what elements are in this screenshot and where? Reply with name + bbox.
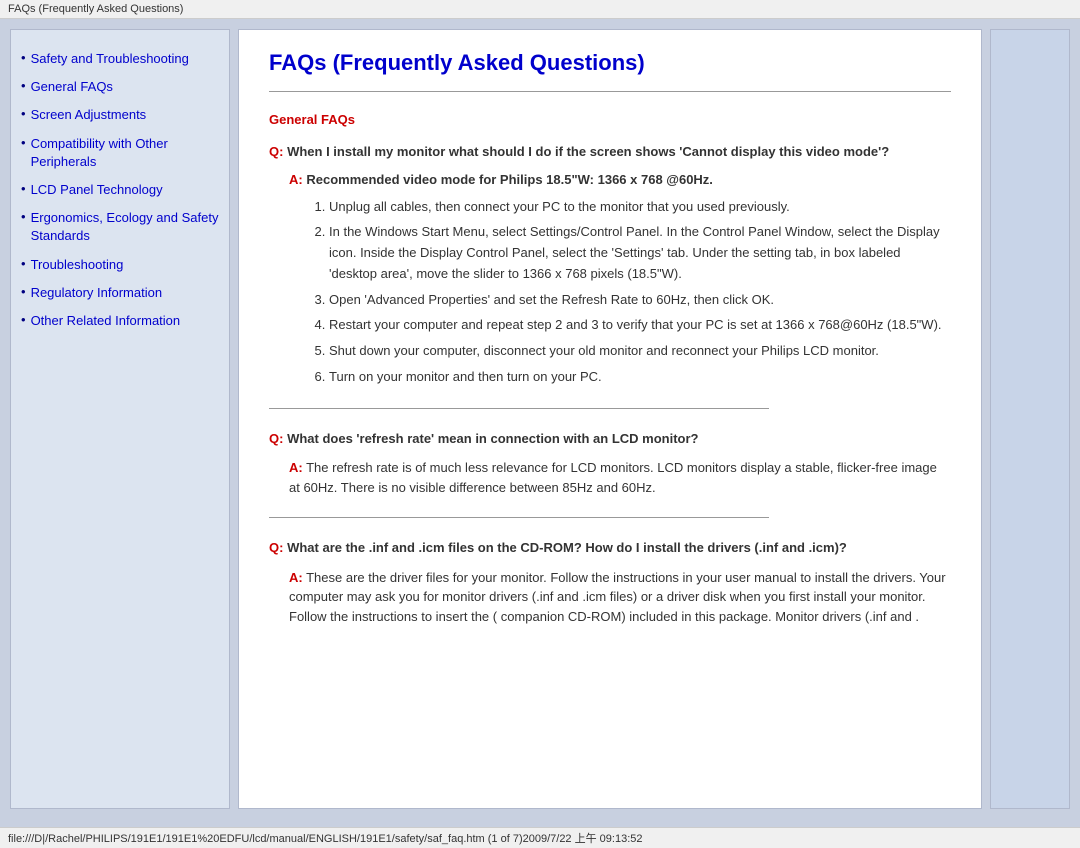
answer-3: A: These are the driver files for your m… bbox=[289, 568, 951, 627]
sidebar-link-safety[interactable]: Safety and Troubleshooting bbox=[31, 50, 189, 68]
question-1: Q: When I install my monitor what should… bbox=[269, 142, 951, 162]
sidebar-item-general-faqs[interactable]: General FAQs bbox=[21, 78, 219, 96]
step-5: Shut down your computer, disconnect your… bbox=[329, 341, 951, 362]
status-bar: file:///D|/Rachel/PHILIPS/191E1/191E1%20… bbox=[0, 827, 1080, 848]
title-bar: FAQs (Frequently Asked Questions) bbox=[0, 0, 1080, 19]
sidebar-link-compatibility[interactable]: Compatibility with Other Peripherals bbox=[31, 135, 219, 171]
sidebar-link-general-faqs[interactable]: General FAQs bbox=[31, 78, 113, 96]
section-title: General FAQs bbox=[269, 112, 951, 127]
main-content: FAQs (Frequently Asked Questions) Genera… bbox=[238, 29, 982, 809]
q1-text: When I install my monitor what should I … bbox=[287, 144, 889, 159]
a3-label: A: bbox=[289, 570, 303, 585]
sub-divider-1 bbox=[269, 408, 769, 409]
sidebar-link-ergonomics[interactable]: Ergonomics, Ecology and Safety Standards bbox=[31, 209, 219, 245]
sidebar: Safety and Troubleshooting General FAQs … bbox=[10, 29, 230, 809]
page-title: FAQs (Frequently Asked Questions) bbox=[269, 50, 951, 76]
step-2: In the Windows Start Menu, select Settin… bbox=[329, 222, 951, 284]
sidebar-link-troubleshooting[interactable]: Troubleshooting bbox=[31, 256, 124, 274]
a1-recommended-text: Recommended video mode for Philips 18.5"… bbox=[306, 172, 713, 187]
a3-text: These are the driver files for your moni… bbox=[289, 570, 946, 624]
sidebar-item-ergonomics[interactable]: Ergonomics, Ecology and Safety Standards bbox=[21, 209, 219, 245]
q2-text: What does 'refresh rate' mean in connect… bbox=[287, 431, 698, 446]
step-4: Restart your computer and repeat step 2 … bbox=[329, 315, 951, 336]
step-3: Open 'Advanced Properties' and set the R… bbox=[329, 290, 951, 311]
sidebar-link-lcd-panel[interactable]: LCD Panel Technology bbox=[31, 181, 163, 199]
status-bar-text: file:///D|/Rachel/PHILIPS/191E1/191E1%20… bbox=[8, 833, 642, 845]
q3-label: Q: bbox=[269, 540, 283, 555]
title-bar-text: FAQs (Frequently Asked Questions) bbox=[8, 3, 183, 15]
sub-divider-2 bbox=[269, 517, 769, 518]
sidebar-link-other[interactable]: Other Related Information bbox=[31, 312, 181, 330]
step-6: Turn on your monitor and then turn on yo… bbox=[329, 367, 951, 388]
question-2: Q: What does 'refresh rate' mean in conn… bbox=[269, 429, 951, 449]
a1-label: A: bbox=[289, 172, 303, 187]
sidebar-item-other[interactable]: Other Related Information bbox=[21, 312, 219, 330]
answer-1-recommended: A: Recommended video mode for Philips 18… bbox=[289, 172, 951, 187]
sidebar-link-regulatory[interactable]: Regulatory Information bbox=[31, 284, 163, 302]
title-divider bbox=[269, 91, 951, 92]
sidebar-item-lcd-panel[interactable]: LCD Panel Technology bbox=[21, 181, 219, 199]
answer-2: A: The refresh rate is of much less rele… bbox=[289, 458, 951, 497]
sidebar-nav-list: Safety and Troubleshooting General FAQs … bbox=[21, 50, 219, 330]
q2-label: Q: bbox=[269, 431, 283, 446]
sidebar-item-compatibility[interactable]: Compatibility with Other Peripherals bbox=[21, 135, 219, 171]
sidebar-item-safety[interactable]: Safety and Troubleshooting bbox=[21, 50, 219, 68]
sidebar-item-screen-adjustments[interactable]: Screen Adjustments bbox=[21, 106, 219, 124]
question-3: Q: What are the .inf and .icm files on t… bbox=[269, 538, 951, 558]
sidebar-link-screen-adjustments[interactable]: Screen Adjustments bbox=[31, 106, 147, 124]
answer-1-steps: Unplug all cables, then connect your PC … bbox=[329, 197, 951, 388]
a2-text: The refresh rate is of much less relevan… bbox=[289, 460, 937, 495]
sidebar-item-regulatory[interactable]: Regulatory Information bbox=[21, 284, 219, 302]
step-1: Unplug all cables, then connect your PC … bbox=[329, 197, 951, 218]
sidebar-item-troubleshooting[interactable]: Troubleshooting bbox=[21, 256, 219, 274]
right-panel bbox=[990, 29, 1070, 809]
a2-label: A: bbox=[289, 460, 303, 475]
q1-label: Q: bbox=[269, 144, 283, 159]
q3-text: What are the .inf and .icm files on the … bbox=[287, 540, 847, 555]
